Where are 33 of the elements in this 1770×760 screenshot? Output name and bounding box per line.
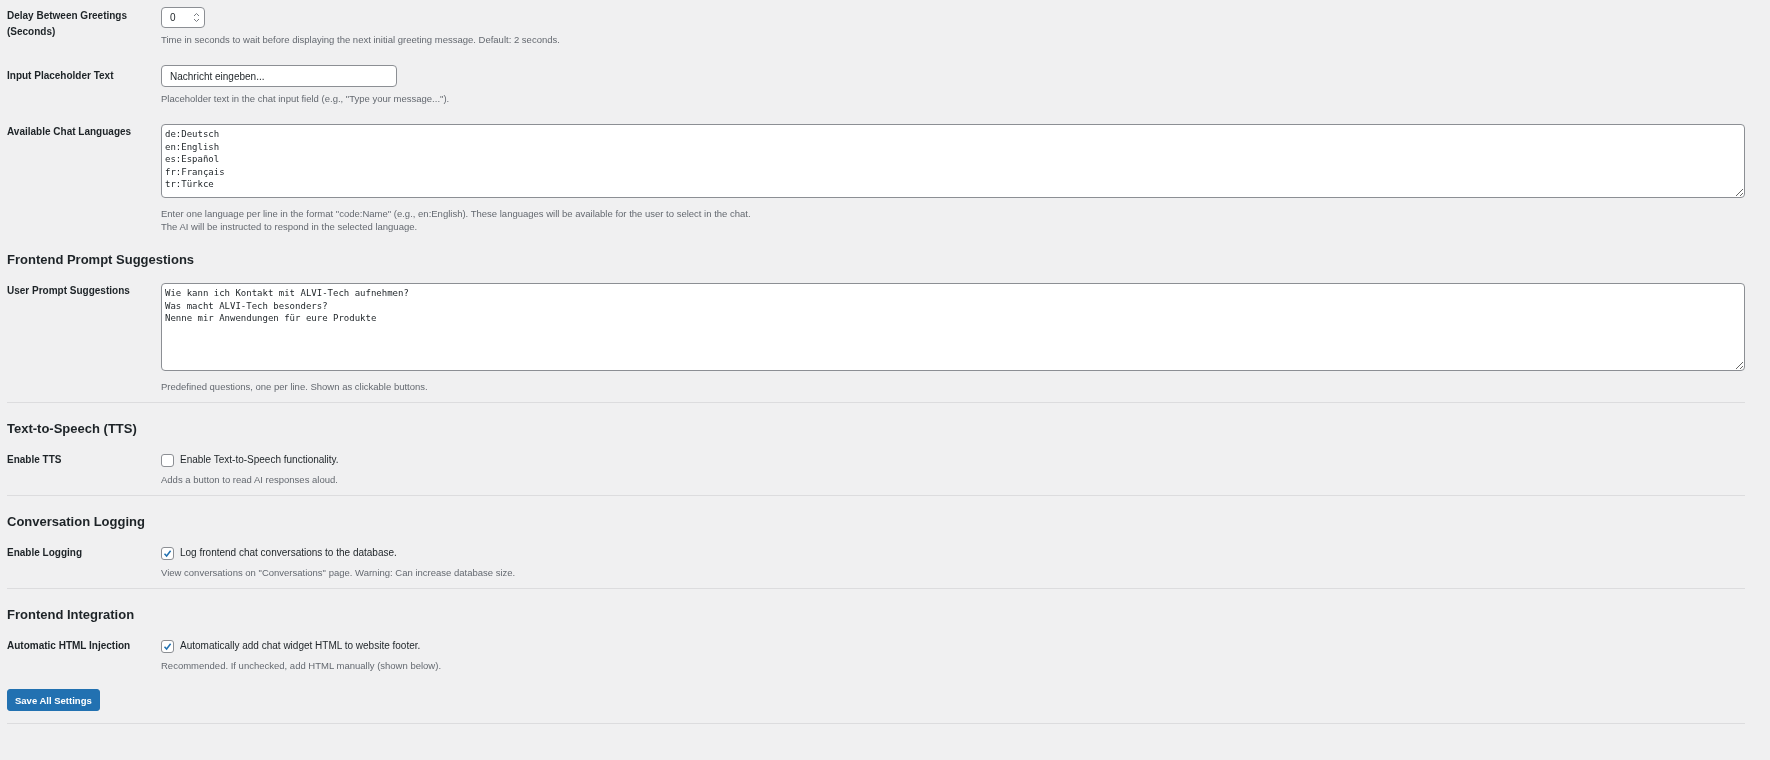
field-description: Placeholder text in the chat input field (e.g., "Type your message..."). — [161, 92, 451, 105]
check-icon — [163, 548, 172, 558]
field-description: Recommended. If unchecked, add HTML manually (shown below). — [161, 659, 443, 672]
checkbox-label: Automatically add chat widget HTML to website footer. — [180, 639, 421, 653]
field-label: Delay Between Greetings (Seconds) — [7, 9, 129, 39]
field-label: Automatic HTML Injection — [7, 639, 132, 653]
section-heading: Frontend Integration — [7, 607, 136, 622]
section-heading: Conversation Logging — [7, 514, 146, 529]
save-button[interactable]: Save All Settings — [7, 689, 100, 711]
field-description: Adds a button to read AI responses aloud. — [161, 473, 339, 486]
number-field[interactable]: 0 — [161, 7, 205, 28]
checkbox-label: Enable Text-to-Speech functionality. — [180, 453, 339, 467]
checkbox[interactable] — [161, 546, 174, 560]
field-description: The AI will be instructed to respond in the selected language. — [161, 220, 419, 233]
field-description: Predefined questions, one per line. Shown as clickable buttons. — [161, 380, 429, 393]
field-label: Enable Logging — [7, 546, 83, 560]
section-heading: Frontend Prompt Suggestions — [7, 252, 196, 267]
textarea-field[interactable]: Wie kann ich Kontakt mit ALVI-Tech aufnehmen? Was macht ALVI-Tech besonders? Nenne mir Anwendungen für eure Produkte — [161, 283, 1745, 371]
field-label: Input Placeholder Text — [7, 69, 115, 83]
section-heading: Text-to-Speech (TTS) — [7, 421, 138, 436]
field-description: Time in seconds to wait before displaying the next initial greeting message. Default: 2 seconds. — [161, 33, 561, 46]
textarea-field[interactable]: de:Deutsch en:English es:Español fr:Français tr:Türkce — [161, 124, 1745, 198]
checkbox[interactable] — [161, 639, 174, 653]
spinner-icon — [193, 12, 200, 23]
checkbox-label: Log frontend chat conversations to the database. — [180, 546, 397, 560]
field-description: View conversations on "Conversations" page. Warning: Can increase database size. — [161, 566, 517, 579]
field-description: Enter one language per line in the format "code:Name" (e.g., en:English). These languages will be available for the user to select in the chat. — [161, 207, 752, 220]
check-icon — [163, 641, 172, 651]
field-label: Available Chat Languages — [7, 125, 133, 139]
checkbox[interactable] — [161, 453, 174, 467]
text-field[interactable]: Nachricht eingeben... — [161, 65, 397, 87]
field-label: User Prompt Suggestions — [7, 284, 131, 298]
field-label: Enable TTS — [7, 453, 63, 467]
